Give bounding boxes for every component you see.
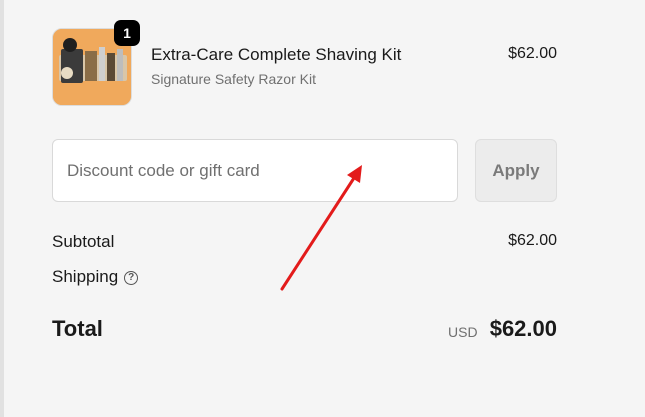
product-price: $62.00 [508, 45, 557, 62]
question-circle-icon[interactable]: ? [124, 270, 139, 285]
discount-code-input[interactable] [52, 139, 458, 202]
panel-border [0, 0, 4, 417]
subtotal-value: $62.00 [508, 232, 557, 249]
product-variant: Signature Safety Razor Kit [151, 71, 316, 87]
quantity-badge: 1 [114, 20, 140, 46]
subtotal-label: Subtotal [52, 232, 115, 251]
apply-button[interactable]: Apply [475, 139, 557, 202]
total-amount: $62.00 [489, 316, 557, 341]
shipping-label: Shipping [52, 267, 119, 286]
shipping-row: Shipping? [52, 267, 139, 287]
total-currency: USD [448, 324, 478, 340]
total-label: Total [52, 316, 103, 341]
product-thumbnail-wrapper: 1 [52, 20, 140, 106]
product-title: Extra-Care Complete Shaving Kit [151, 45, 402, 64]
